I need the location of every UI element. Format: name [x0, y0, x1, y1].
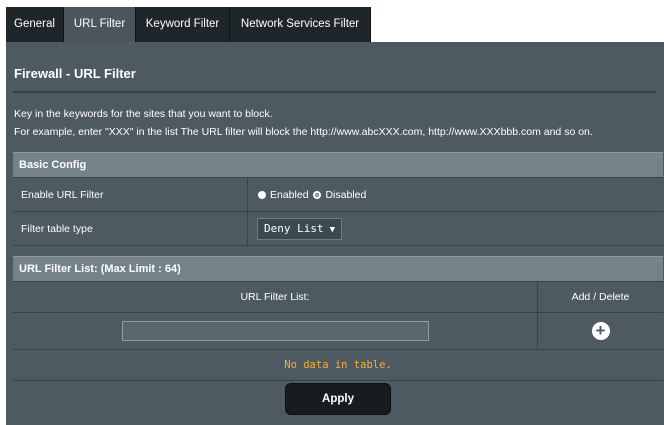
tab-bar: General URL Filter Keyword Filter Networ…	[0, 0, 664, 42]
apply-button[interactable]: Apply	[285, 383, 391, 415]
radio-enabled[interactable]: Enabled	[258, 189, 311, 201]
radio-disabled[interactable]: Disabled	[313, 189, 366, 201]
radio-disabled-label: Disabled	[325, 188, 367, 201]
tab-keyword-filter[interactable]: Keyword Filter	[136, 7, 230, 42]
main-panel: Firewall - URL Filter Key in the keyword…	[6, 42, 664, 425]
tab-url-filter[interactable]: URL Filter	[64, 7, 136, 42]
filter-table-type-value: Deny List	[264, 221, 324, 235]
radio-disabled-dot[interactable]	[313, 190, 322, 199]
filter-table-type-row: Filter table type Deny List ▼	[13, 211, 663, 246]
filter-table-type-select[interactable]: Deny List ▼	[257, 217, 343, 240]
enable-url-filter-options: Enabled Disabled	[247, 177, 663, 212]
url-filter-input[interactable]	[121, 321, 429, 341]
url-input-row: +	[13, 312, 663, 350]
page-title: Firewall - URL Filter	[14, 66, 136, 81]
url-filter-list-header: URL Filter List: (Max Limit : 64)	[13, 256, 663, 282]
enable-url-filter-row: Enable URL Filter Enabled Disabled	[13, 177, 663, 212]
basic-config-table: Basic Config Enable URL Filter Enabled D…	[13, 152, 663, 246]
basic-config-header: Basic Config	[13, 152, 663, 178]
url-filter-list-table: URL Filter List: (Max Limit : 64) URL Fi…	[13, 256, 663, 381]
tab-general[interactable]: General	[6, 7, 64, 42]
add-button-cell: +	[537, 312, 663, 350]
description-line-1: Key in the keywords for the sites that y…	[14, 108, 273, 120]
url-input-cell	[13, 312, 538, 350]
title-divider	[13, 91, 656, 93]
enable-url-filter-label: Enable URL Filter	[13, 177, 248, 212]
filter-table-type-cell: Deny List ▼	[247, 211, 663, 246]
no-data-message: No data in table.	[13, 349, 663, 381]
url-filter-column-header-row: URL Filter List: Add / Delete	[13, 281, 663, 313]
chevron-down-icon: ▼	[329, 224, 336, 235]
col-add-delete: Add / Delete	[537, 281, 663, 313]
tab-network-services-filter[interactable]: Network Services Filter	[230, 7, 371, 42]
col-url-filter-list: URL Filter List:	[13, 281, 538, 313]
description-line-2: For example, enter "XXX" in the list The…	[14, 126, 593, 138]
radio-enabled-label: Enabled	[270, 188, 309, 201]
radio-enabled-dot[interactable]	[258, 190, 266, 199]
plus-circle-icon[interactable]: +	[591, 321, 610, 340]
empty-table-row: No data in table.	[13, 349, 663, 381]
filter-table-type-label: Filter table type	[13, 211, 248, 246]
